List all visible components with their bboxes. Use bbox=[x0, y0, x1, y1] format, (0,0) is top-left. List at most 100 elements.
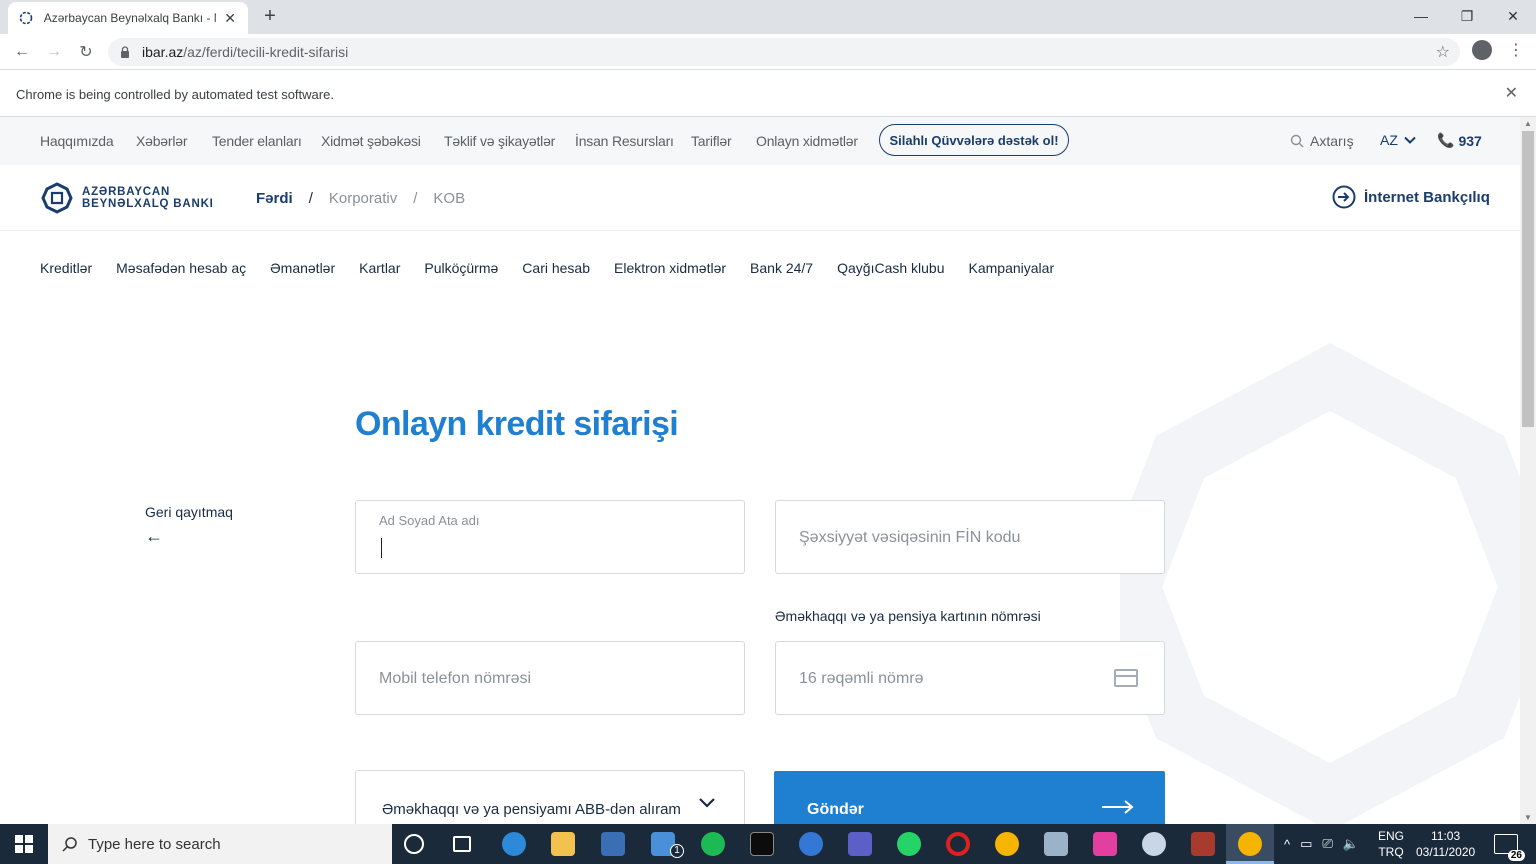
volume-icon[interactable]: 🔈 bbox=[1343, 836, 1359, 852]
profile-avatar-icon[interactable] bbox=[1472, 40, 1492, 60]
clock-date: 03/11/2020 bbox=[1416, 845, 1476, 859]
scroll-down-icon[interactable]: ▼ bbox=[1524, 813, 1532, 822]
topnav-tariffs[interactable]: Tariflər bbox=[691, 133, 732, 149]
mainnav-loans[interactable]: Kreditlər bbox=[40, 260, 92, 276]
lock-icon bbox=[121, 46, 129, 58]
window-close-icon[interactable]: ✕ bbox=[1490, 0, 1536, 32]
bank-logo[interactable]: AZƏRBAYCAN BEYNƏLXALQ BANKI bbox=[40, 181, 214, 215]
url-text: ibar.az/az/ferdi/tecili-kredit-sifarisi bbox=[142, 44, 348, 60]
minimize-icon[interactable]: — bbox=[1398, 0, 1444, 32]
file-explorer-icon[interactable] bbox=[551, 832, 575, 856]
topnav-tenders[interactable]: Tender elanları bbox=[212, 133, 302, 149]
address-bar[interactable]: ibar.az/az/ferdi/tecili-kredit-sifarisi … bbox=[108, 38, 1460, 66]
browser-toolbar: ← → ↻ ibar.az/az/ferdi/tecili-kredit-sif… bbox=[0, 34, 1536, 70]
salary-source-select[interactable]: Əməkhaqqı və ya pensiyamı ABB-dən alıram bbox=[355, 770, 745, 824]
fin-code-placeholder: Şəxsiyyət vəsiqəsinin FİN kodu bbox=[799, 529, 1021, 546]
site-search-button[interactable]: Axtarış bbox=[1290, 133, 1354, 149]
browser-tab[interactable]: Azərbaycan Beynəlxalq Bankı - M ✕ bbox=[8, 2, 248, 34]
mainnav-campaigns[interactable]: Kampaniyalar bbox=[969, 260, 1055, 276]
tray-chevron-icon[interactable]: ^ bbox=[1284, 837, 1290, 852]
mainnav-current-acc[interactable]: Cari hesab bbox=[522, 260, 590, 276]
search-icon bbox=[62, 837, 77, 852]
whatsapp-icon[interactable] bbox=[897, 832, 921, 856]
input-language[interactable]: ENG TRQ bbox=[1378, 828, 1404, 860]
store-icon[interactable] bbox=[601, 832, 625, 856]
cortana-icon[interactable] bbox=[404, 834, 424, 854]
scrollbar-thumb[interactable] bbox=[1522, 131, 1534, 427]
arrow-right-icon bbox=[1102, 800, 1134, 814]
page-viewport: Haqqımızda Xəbərlər Tender elanları Xidm… bbox=[0, 117, 1520, 824]
taskbar-search-box[interactable]: Type here to search bbox=[48, 824, 392, 864]
mainnav-transfers[interactable]: Pulköçürmə bbox=[424, 260, 498, 276]
browser-tab-strip: Azərbaycan Beynəlxalq Bankı - M ✕ + — ❐ … bbox=[0, 0, 1536, 34]
app-icon[interactable] bbox=[1044, 832, 1068, 856]
topnav-hr[interactable]: İnsan Resursları bbox=[575, 133, 674, 149]
card-number-field[interactable]: 16 rəqəmli nömrə bbox=[775, 641, 1165, 715]
topnav-about[interactable]: Haqqımızda bbox=[40, 133, 114, 149]
system-tray[interactable]: ^ ▭ ⎚ 🔈 bbox=[1284, 824, 1359, 864]
reload-icon[interactable]: ↻ bbox=[74, 40, 98, 64]
submit-label: Göndər bbox=[807, 801, 864, 818]
windows-start-button[interactable] bbox=[0, 824, 48, 864]
salary-source-value: Əməkhaqqı və ya pensiyamı ABB-dən alıram bbox=[382, 801, 681, 818]
scroll-up-icon[interactable]: ▲ bbox=[1524, 119, 1532, 128]
bookmark-star-icon[interactable]: ☆ bbox=[1436, 42, 1450, 62]
clock[interactable]: 11:03 03/11/2020 bbox=[1416, 828, 1475, 860]
winrar-icon[interactable] bbox=[1191, 832, 1215, 856]
logo-watermark-icon bbox=[1120, 343, 1520, 824]
fin-code-field[interactable]: Şəxsiyyət vəsiqəsinin FİN kodu bbox=[775, 500, 1165, 574]
teams-icon[interactable] bbox=[848, 832, 872, 856]
battery-icon[interactable]: ▭ bbox=[1300, 836, 1312, 852]
back-label: Geri qayıtmaq bbox=[145, 504, 233, 520]
mainnav-cards[interactable]: Kartlar bbox=[359, 260, 400, 276]
back-link[interactable]: Geri qayıtmaq ← bbox=[145, 504, 233, 547]
network-icon[interactable]: ⎚ bbox=[1322, 836, 1332, 852]
segment-separator: / bbox=[308, 190, 313, 207]
language-select[interactable]: AZ bbox=[1380, 132, 1416, 148]
snipping-icon[interactable] bbox=[1142, 832, 1166, 856]
topnav-network[interactable]: Xidmət şəbəkəsi bbox=[321, 133, 421, 149]
segment-sme[interactable]: KOB bbox=[433, 190, 465, 207]
phone-link[interactable]: 📞 937 bbox=[1437, 132, 1482, 149]
topnav-news[interactable]: Xəbərlər bbox=[136, 133, 188, 149]
topnav-online[interactable]: Onlayn xidmətlər bbox=[756, 133, 858, 149]
opera-icon[interactable] bbox=[946, 832, 970, 856]
edge-icon[interactable] bbox=[502, 832, 526, 856]
support-army-button[interactable]: Silahlı Qüvvələrə dəstək ol! bbox=[879, 124, 1069, 156]
clock-time: 11:03 bbox=[1431, 829, 1461, 843]
mail-badge: 1 bbox=[670, 844, 684, 858]
page-scrollbar[interactable]: ▲ ▼ bbox=[1520, 117, 1536, 824]
spotify-icon[interactable] bbox=[701, 832, 725, 856]
mobile-phone-field[interactable]: Mobil telefon nömrəsi bbox=[355, 641, 745, 715]
chrome-icon[interactable] bbox=[995, 832, 1019, 856]
segment-personal[interactable]: Fərdi bbox=[256, 190, 293, 207]
submit-button[interactable]: Göndər bbox=[774, 771, 1165, 824]
task-view-icon[interactable] bbox=[453, 836, 471, 852]
chrome-active-icon[interactable] bbox=[1238, 832, 1262, 856]
intellij-icon[interactable] bbox=[1093, 832, 1117, 856]
tab-close-icon[interactable]: ✕ bbox=[222, 10, 238, 27]
safari-icon[interactable] bbox=[799, 832, 823, 856]
infobar-close-icon[interactable]: ✕ bbox=[1505, 83, 1518, 103]
new-tab-button[interactable]: + bbox=[258, 5, 282, 28]
internet-banking-link[interactable]: İnternet Bankçılıq bbox=[1332, 185, 1490, 209]
mainnav-bank-247[interactable]: Bank 24/7 bbox=[750, 260, 813, 276]
full-name-field[interactable]: Ad Soyad Ata adı bbox=[355, 500, 745, 574]
segment-corporate[interactable]: Korporativ bbox=[329, 190, 397, 207]
phone-icon: 📞 bbox=[1437, 132, 1455, 148]
automation-notice: Chrome is being controlled by automated … bbox=[16, 87, 334, 102]
restore-icon[interactable]: ❐ bbox=[1444, 0, 1490, 32]
windows-taskbar: Type here to search 1 ^ ▭ ⎚ 🔈 ENG TRQ 11… bbox=[0, 824, 1536, 864]
mainnav-deposits[interactable]: Əmanətlər bbox=[270, 260, 335, 276]
chevron-down-icon bbox=[1404, 136, 1416, 144]
notification-center-icon[interactable]: 26 bbox=[1494, 834, 1525, 861]
browser-menu-icon[interactable]: ⋮ bbox=[1508, 40, 1524, 60]
mainnav-e-services[interactable]: Elektron xidmətlər bbox=[614, 260, 726, 276]
topnav-feedback[interactable]: Təklif və şikayətlər bbox=[444, 133, 555, 149]
back-arrow-icon[interactable]: ← bbox=[10, 40, 34, 64]
terminal-icon[interactable] bbox=[750, 832, 774, 856]
card-number-label: Əməkhaqqı və ya pensiya kartının nömrəsi bbox=[775, 608, 1041, 624]
forward-arrow-icon[interactable]: → bbox=[42, 40, 66, 64]
mainnav-open-account[interactable]: Məsafədən hesab aç bbox=[116, 260, 246, 276]
mainnav-cashback[interactable]: QayğıCash klubu bbox=[837, 260, 944, 276]
